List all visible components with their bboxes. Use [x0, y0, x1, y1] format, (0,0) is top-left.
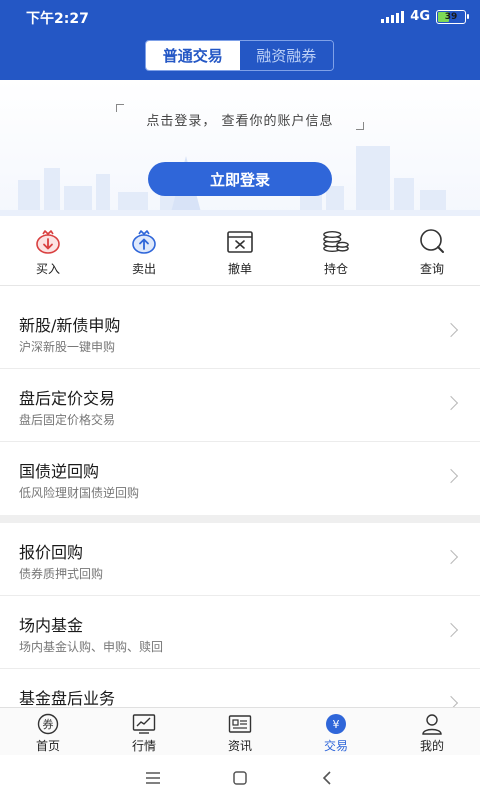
tab-label: 资讯: [227, 739, 252, 753]
chevron-right-icon: [443, 622, 459, 638]
tab-news[interactable]: 资讯: [192, 708, 288, 755]
chevron-right-icon: [443, 395, 459, 411]
status-indicators: 4G 39: [381, 9, 469, 24]
trade-mode-switch: 普通交易 融资融券: [145, 40, 334, 71]
tab-normal-trade[interactable]: 普通交易: [146, 41, 240, 70]
menu-item-title: 新股/新债申购: [19, 316, 121, 335]
tab-label: 行情: [131, 739, 156, 753]
quick-action-label: 持仓: [323, 262, 348, 276]
home-square-icon[interactable]: [228, 766, 252, 790]
menu-item-subtitle: 债券质押式回购: [19, 567, 104, 581]
menu-item-subtitle: 沪深新股一键申购: [19, 340, 116, 354]
tab-margin-trade[interactable]: 融资融券: [239, 41, 333, 70]
tab-label: 交易: [323, 739, 348, 753]
app-header: 下午2:27 4G 39 普通交易 融资融券: [0, 0, 480, 80]
network-type: 4G: [410, 9, 430, 24]
buy-icon: [34, 228, 62, 256]
quick-actions: 买入 卖出 撤单 持仓 查询: [0, 216, 480, 286]
section-divider: [0, 515, 480, 523]
login-banner: 点击登录， 查看你的账户信息 立即登录: [0, 80, 480, 216]
quick-action-label: 撤单: [227, 262, 252, 276]
system-navigation-bar: [0, 755, 480, 800]
login-prompt[interactable]: 点击登录， 查看你的账户信息: [0, 110, 480, 129]
battery-level: 39: [444, 11, 458, 22]
menu-item-ipo-subscription[interactable]: 新股/新债申购 沪深新股一键申购: [0, 296, 480, 369]
tab-trade[interactable]: ¥ 交易: [288, 708, 384, 755]
chevron-right-icon: [443, 468, 459, 484]
menu-item-quote-repo[interactable]: 报价回购 债券质押式回购: [0, 523, 480, 596]
market-icon: [132, 713, 156, 735]
menu-item-subtitle: 低风险理财国债逆回购: [19, 486, 140, 500]
bottom-tab-bar: 券 首页 行情 资讯 ¥ 交易 我的: [0, 707, 480, 755]
trade-menu: 新股/新债申购 沪深新股一键申购 盘后定价交易 盘后固定价格交易 国债逆回购 低…: [0, 296, 480, 742]
back-icon[interactable]: [315, 766, 339, 790]
quick-action-sell[interactable]: 卖出: [96, 216, 192, 285]
status-time: 下午2:27: [26, 11, 89, 27]
chevron-right-icon: [443, 549, 459, 565]
tab-profile[interactable]: 我的: [384, 708, 480, 755]
menu-item-title: 盘后定价交易: [19, 389, 116, 408]
tab-home[interactable]: 券 首页: [0, 708, 96, 755]
login-button[interactable]: 立即登录: [148, 162, 332, 196]
query-icon: [418, 228, 446, 256]
cancel-order-icon: [226, 228, 254, 256]
signal-icon: [381, 10, 405, 23]
trade-icon-glyph: ¥: [333, 718, 340, 731]
battery-icon: 39: [436, 9, 469, 24]
profile-icon: [420, 713, 444, 735]
quick-action-label: 买入: [35, 262, 60, 276]
quick-action-label: 查询: [419, 262, 444, 276]
tab-label: 首页: [35, 739, 60, 753]
home-icon: 券: [36, 713, 60, 735]
home-icon-glyph: 券: [43, 717, 54, 731]
sell-icon: [130, 228, 158, 256]
menu-item-title: 场内基金: [19, 616, 84, 635]
menu-item-reverse-repo[interactable]: 国债逆回购 低风险理财国债逆回购: [0, 442, 480, 515]
menu-item-title: 基金盘后业务: [19, 689, 116, 708]
menu-item-title: 报价回购: [19, 543, 84, 562]
menu-item-subtitle: 盘后固定价格交易: [19, 413, 116, 427]
chevron-right-icon: [443, 322, 459, 338]
quick-action-query[interactable]: 查询: [384, 216, 480, 285]
trade-icon: ¥: [324, 713, 348, 735]
quick-action-holdings[interactable]: 持仓: [288, 216, 384, 285]
menu-item-title: 国债逆回购: [19, 462, 100, 481]
menu-item-after-hours-fixed-price[interactable]: 盘后定价交易 盘后固定价格交易: [0, 369, 480, 442]
news-icon: [228, 713, 252, 735]
menu-item-exchange-fund[interactable]: 场内基金 场内基金认购、申购、赎回: [0, 596, 480, 669]
tab-label: 我的: [419, 739, 444, 753]
menu-icon[interactable]: [141, 766, 165, 790]
menu-item-subtitle: 场内基金认购、申购、赎回: [19, 640, 164, 654]
quick-action-buy[interactable]: 买入: [0, 216, 96, 285]
holdings-icon: [322, 228, 350, 256]
tab-market[interactable]: 行情: [96, 708, 192, 755]
quick-action-label: 卖出: [131, 262, 156, 276]
quick-action-cancel-order[interactable]: 撤单: [192, 216, 288, 285]
status-bar: 下午2:27 4G 39: [0, 0, 480, 32]
